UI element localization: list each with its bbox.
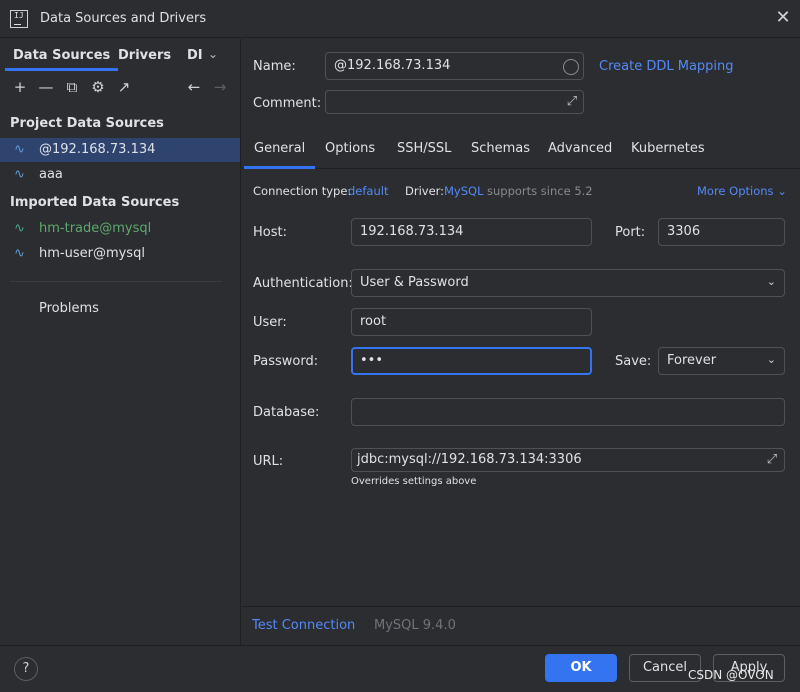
url-field[interactable]: jdbc:mysql://192.168.73.134:3306 xyxy=(351,448,785,472)
main-panel: Name: @192.168.73.134 Create DDL Mapping… xyxy=(242,39,800,645)
connection-bar: Test Connection MySQL 9.4.0 xyxy=(242,606,800,645)
chevron-down-icon: ⌄ xyxy=(777,184,787,198)
data-source-item[interactable]: ∿ hm-trade@mysql xyxy=(0,217,240,241)
password-label: Password: xyxy=(253,354,319,369)
driver-link[interactable]: MySQL xyxy=(444,184,484,198)
host-label: Host: xyxy=(253,225,287,240)
authentication-label: Authentication: xyxy=(253,276,353,291)
driver-note: supports since 5.2 xyxy=(487,184,593,198)
dialog-footer: ? OK Cancel Apply CSDN @OVON xyxy=(0,645,800,692)
url-label: URL: xyxy=(253,454,284,469)
tab-drivers[interactable]: Drivers xyxy=(118,48,171,63)
name-value: @192.168.73.134 xyxy=(334,58,451,73)
data-source-item[interactable]: ∿ hm-user@mysql xyxy=(0,242,240,266)
connection-type-link[interactable]: default xyxy=(348,184,388,198)
expand-icon[interactable]: ⤢ xyxy=(564,94,580,110)
authentication-value: User & Password xyxy=(360,275,469,290)
sidebar: Data Sources Drivers DI ⌄ + — ⧉ ⚙ ↗ ← → … xyxy=(0,39,241,645)
chevron-down-icon: ⌄ xyxy=(766,353,776,366)
tab-schemas[interactable]: Schemas xyxy=(471,141,530,156)
user-field[interactable]: root xyxy=(351,308,592,336)
tab-advanced[interactable]: Advanced xyxy=(548,141,612,156)
divider xyxy=(10,281,222,282)
port-value: 3306 xyxy=(667,224,701,239)
app-icon: IJ xyxy=(10,10,28,28)
user-value: root xyxy=(360,314,387,329)
data-source-label: hm-user@mysql xyxy=(39,246,145,261)
save-value: Forever xyxy=(667,353,717,368)
duplicate-icon[interactable]: ⧉ xyxy=(62,77,82,97)
driver-version: MySQL 9.4.0 xyxy=(374,618,456,633)
add-icon[interactable]: + xyxy=(10,77,30,97)
name-label: Name: xyxy=(253,59,296,74)
expand-icon[interactable]: ⤢ xyxy=(764,452,780,468)
mysql-icon: ∿ xyxy=(14,167,25,182)
password-field[interactable]: ••• xyxy=(351,347,592,375)
back-arrow-icon[interactable]: ← xyxy=(184,77,204,97)
tab-general[interactable]: General xyxy=(243,141,316,169)
driver-label: Driver: xyxy=(405,184,445,198)
mysql-icon: ∿ xyxy=(14,142,25,157)
sidebar-tabs: Data Sources Drivers DI ⌄ xyxy=(0,39,241,71)
remove-icon[interactable]: — xyxy=(36,77,56,97)
password-value: ••• xyxy=(360,353,384,368)
gear-icon[interactable]: ⚙ xyxy=(88,77,108,97)
mysql-icon: ∿ xyxy=(14,221,25,236)
connection-type-label: Connection type: xyxy=(253,184,352,198)
url-hint: Overrides settings above xyxy=(351,476,477,487)
sidebar-toolbar: + — ⧉ ⚙ ↗ ← → xyxy=(0,77,241,101)
user-label: User: xyxy=(253,315,287,330)
port-field[interactable]: 3306 xyxy=(658,218,785,246)
save-select[interactable]: Forever ⌄ xyxy=(658,347,785,375)
data-source-item[interactable]: ∿ aaa xyxy=(0,163,240,187)
chevron-down-icon[interactable]: ⌄ xyxy=(208,47,218,61)
host-value: 192.168.73.134 xyxy=(360,224,464,239)
mysql-icon: ∿ xyxy=(14,246,25,261)
host-field[interactable]: 192.168.73.134 xyxy=(351,218,592,246)
close-icon[interactable]: ✕ xyxy=(774,9,792,27)
port-label: Port: xyxy=(615,225,646,240)
window-title: Data Sources and Drivers xyxy=(40,11,207,26)
comment-label: Comment: xyxy=(253,96,322,111)
tab-options[interactable]: Options xyxy=(325,141,375,156)
more-options-label: More Options xyxy=(697,184,774,198)
title-bar: IJ Data Sources and Drivers ✕ xyxy=(0,0,800,38)
tab-ssh-ssl[interactable]: SSH/SSL xyxy=(397,141,451,156)
tab-kubernetes[interactable]: Kubernetes xyxy=(631,141,705,156)
watermark: CSDN @OVON xyxy=(688,668,774,682)
help-button[interactable]: ? xyxy=(14,657,38,681)
url-value: jdbc:mysql://192.168.73.134:3306 xyxy=(357,452,582,467)
tab-ddl[interactable]: DI xyxy=(187,48,203,63)
export-icon[interactable]: ↗ xyxy=(114,77,134,97)
name-field[interactable]: @192.168.73.134 xyxy=(325,52,584,80)
data-source-item[interactable]: ∿ @192.168.73.134 xyxy=(0,138,240,162)
tab-data-sources[interactable]: Data Sources xyxy=(4,48,119,71)
database-label: Database: xyxy=(253,405,320,420)
problems-item[interactable]: Problems xyxy=(39,301,99,316)
authentication-select[interactable]: User & Password ⌄ xyxy=(351,269,785,297)
project-data-sources-heading: Project Data Sources xyxy=(10,116,164,131)
chevron-down-icon: ⌄ xyxy=(766,275,776,288)
database-field[interactable] xyxy=(351,398,785,426)
more-options-link[interactable]: More Options ⌄ xyxy=(697,184,787,198)
data-source-label: @192.168.73.134 xyxy=(39,142,156,157)
comment-field[interactable] xyxy=(325,90,584,114)
forward-arrow-icon[interactable]: → xyxy=(210,77,230,97)
test-connection-link[interactable]: Test Connection xyxy=(252,618,355,633)
create-ddl-mapping-link[interactable]: Create DDL Mapping xyxy=(599,59,734,74)
color-circle-icon[interactable] xyxy=(563,59,579,75)
save-label: Save: xyxy=(615,354,652,369)
data-source-label: aaa xyxy=(39,167,63,182)
ok-button[interactable]: OK xyxy=(545,654,617,682)
imported-data-sources-heading: Imported Data Sources xyxy=(10,195,180,210)
data-source-label: hm-trade@mysql xyxy=(39,221,152,236)
